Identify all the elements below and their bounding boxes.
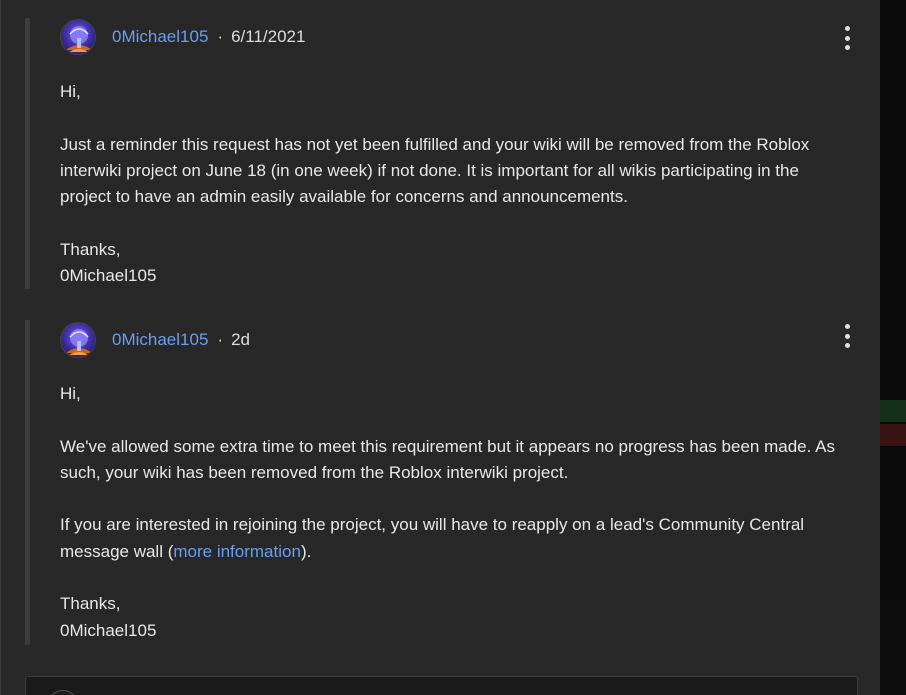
page-background-edge — [880, 0, 906, 695]
timestamp[interactable]: 6/11/2021 — [231, 27, 305, 47]
avatar[interactable] — [60, 322, 96, 358]
more-options-icon[interactable] — [841, 324, 853, 348]
more-options-icon[interactable] — [841, 26, 853, 50]
reply-header: 0Michael105 · 6/11/2021 — [60, 18, 305, 56]
avatar-image — [66, 26, 92, 52]
author-link[interactable]: 0Michael105 — [112, 330, 208, 350]
message-paragraph: If you are interested in rejoining the p… — [60, 512, 850, 565]
signature: 0Michael105 — [60, 266, 157, 286]
greeting: Hi, — [60, 82, 81, 101]
paragraph-text: ). — [300, 541, 312, 561]
reply-1: 0Michael105 · 6/11/2021 Hi, Just a remin… — [25, 18, 865, 289]
message-paragraph: Just a reminder this request has not yet… — [60, 134, 810, 207]
message-paragraph: We've allowed some extra time to meet th… — [60, 436, 835, 482]
avatar-image — [66, 329, 92, 355]
reply-2: 0Michael105 · 2d Hi, We've allowed some … — [25, 320, 865, 645]
paragraph-text: If you are interested in rejoining the p… — [60, 515, 805, 561]
reply-thread-bar — [25, 320, 30, 645]
message-thread-panel: 0Michael105 · 6/11/2021 Hi, Just a remin… — [0, 0, 880, 695]
signoff: Thanks, — [60, 594, 121, 614]
more-information-link[interactable]: more information — [173, 542, 301, 561]
avatar[interactable] — [60, 19, 96, 55]
separator: · — [217, 27, 224, 46]
avatar — [48, 690, 78, 695]
signoff: Thanks, — [60, 239, 121, 259]
reply-thread-bar — [25, 18, 30, 289]
reply-body: Hi, Just a reminder this request has not… — [60, 79, 850, 289]
reply-body: Hi, We've allowed some extra time to mee… — [60, 381, 850, 644]
greeting: Hi, — [60, 384, 81, 403]
separator: · — [217, 330, 224, 349]
author-link[interactable]: 0Michael105 — [112, 27, 208, 47]
reply-header: 0Michael105 · 2d — [60, 321, 250, 359]
timestamp[interactable]: 2d — [231, 330, 250, 350]
signature: 0Michael105 — [60, 620, 157, 640]
reply-editor[interactable] — [25, 676, 858, 695]
